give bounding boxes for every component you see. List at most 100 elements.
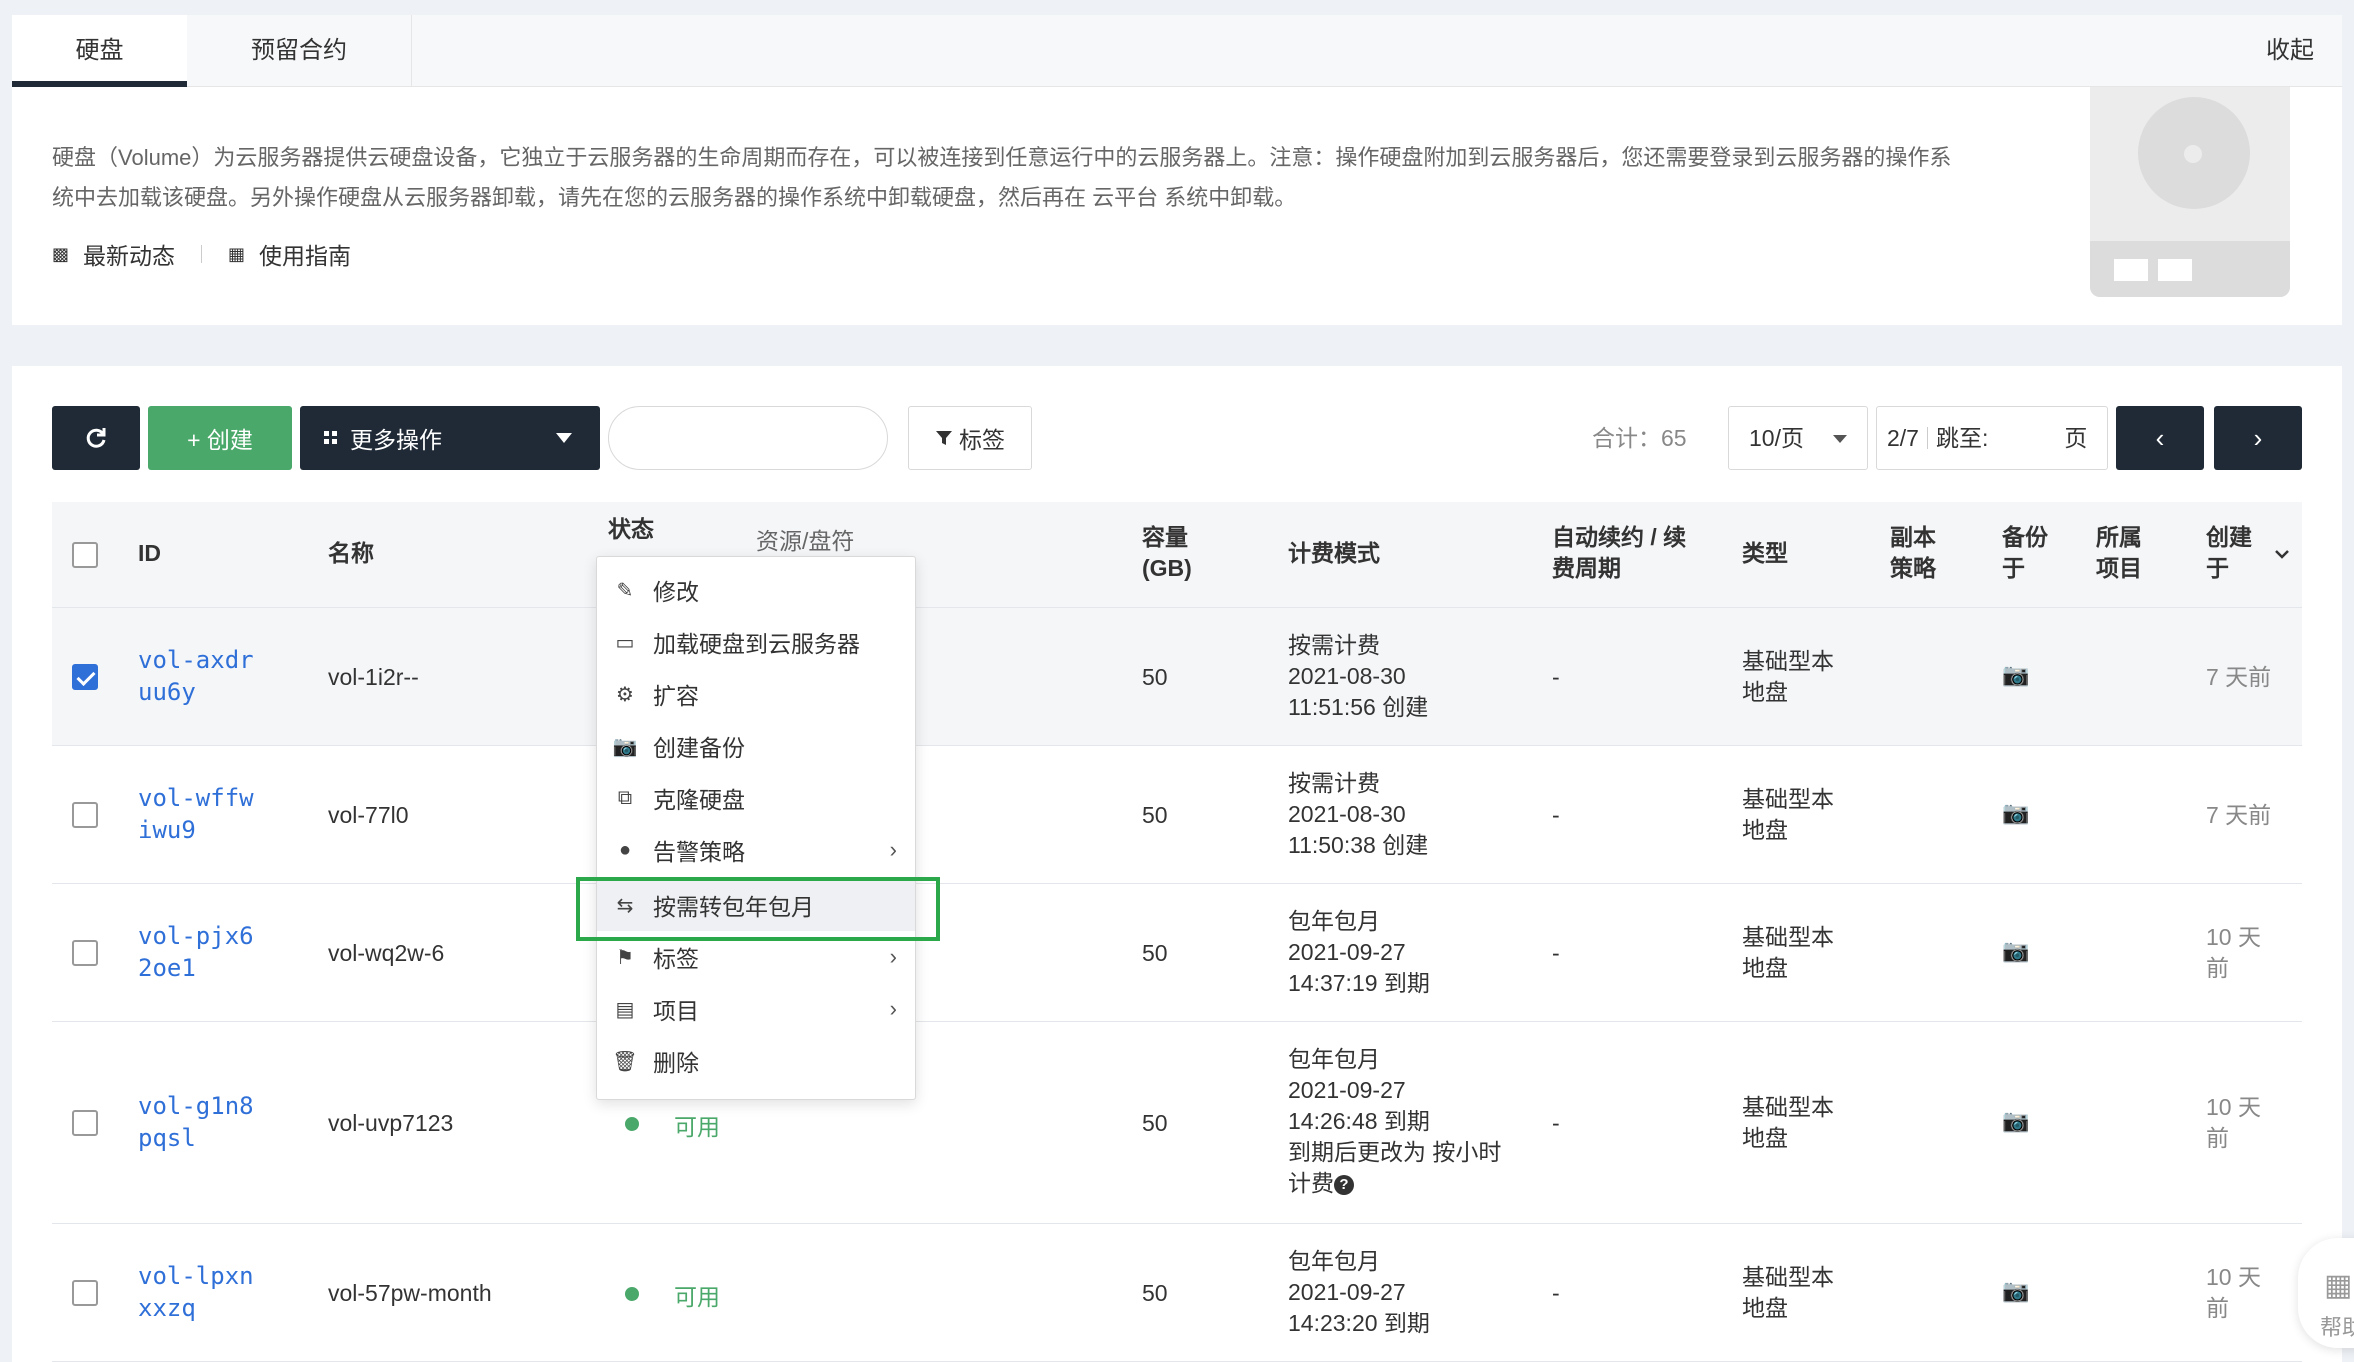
row-checkbox[interactable] bbox=[72, 1280, 98, 1306]
monitor-icon: ▭ bbox=[615, 631, 635, 654]
page-size-value: 10/页 bbox=[1749, 425, 1804, 451]
menu-item-resize[interactable]: ⚙ 扩容 bbox=[597, 668, 915, 720]
volume-renew: - bbox=[1552, 664, 1560, 690]
volume-capacity: 50 bbox=[1142, 664, 1168, 690]
volume-created: 10 天 前 bbox=[2206, 1264, 2261, 1321]
pager-divider bbox=[1926, 427, 1928, 449]
col-backup[interactable]: 备份 于 bbox=[2002, 522, 2048, 584]
chevron-right-icon: › bbox=[889, 837, 897, 862]
volume-type: 基础型本 地盘 bbox=[1742, 648, 1834, 705]
news-link[interactable]: ▩ 最新动态 bbox=[52, 237, 175, 271]
row-checkbox[interactable] bbox=[72, 664, 98, 690]
trash-icon: 🗑 bbox=[612, 1050, 638, 1073]
create-button[interactable]: + 创建 bbox=[148, 406, 292, 470]
tab-reserved-contracts[interactable]: 预留合约 bbox=[187, 15, 412, 87]
menu-item-label: 克隆硬盘 bbox=[653, 787, 745, 813]
camera-icon[interactable]: 📷 bbox=[2002, 800, 2029, 826]
volume-type: 基础型本 地盘 bbox=[1742, 1264, 1834, 1321]
col-capacity[interactable]: 容量 (GB) bbox=[1142, 522, 1192, 584]
col-project[interactable]: 所属 项目 bbox=[2096, 522, 2142, 584]
select-all-checkbox[interactable] bbox=[72, 542, 98, 568]
guide-link[interactable]: ▦ 使用指南 bbox=[228, 237, 351, 271]
menu-item-edit[interactable]: ✎ 修改 bbox=[597, 564, 915, 616]
archive-icon: ▤ bbox=[615, 998, 635, 1021]
col-created[interactable]: 创建 于 bbox=[2206, 522, 2252, 584]
menu-item-clone[interactable]: ⧉ 克隆硬盘 bbox=[597, 772, 915, 824]
volume-id-link[interactable]: vol-lpxn xxzq bbox=[138, 1260, 254, 1324]
col-name[interactable]: 名称 bbox=[328, 538, 374, 569]
collapse-button[interactable]: 收起 bbox=[2266, 15, 2314, 87]
disk-illustration bbox=[2090, 87, 2290, 297]
volume-type: 基础型本 地盘 bbox=[1742, 786, 1834, 843]
col-replica[interactable]: 副本 策略 bbox=[1890, 522, 1936, 584]
chevron-right-icon: › bbox=[2253, 422, 2263, 453]
more-actions-dropdown[interactable]: 更多操作 bbox=[300, 406, 600, 470]
help-label: 帮助 bbox=[2320, 1315, 2354, 1340]
volume-capacity: 50 bbox=[1142, 1110, 1168, 1136]
question-icon[interactable]: ? bbox=[1334, 1174, 1354, 1195]
table-header: ID 名称 状态 资源/盘符 容量 (GB) 计费模式 自动续约 / 续 费周期… bbox=[52, 502, 2302, 608]
row-checkbox[interactable] bbox=[72, 802, 98, 828]
caret-down-icon bbox=[556, 433, 572, 443]
chevron-left-icon: ‹ bbox=[2155, 422, 2165, 453]
book-icon: ▦ bbox=[2324, 1269, 2353, 1302]
col-renew[interactable]: 自动续约 / 续 费周期 bbox=[1552, 522, 1686, 584]
tag-filter-button[interactable]: 标签 bbox=[908, 406, 1032, 470]
refresh-button[interactable] bbox=[52, 406, 140, 470]
volume-list-card: + 创建 更多操作 标签 合计：65 10/页 2/7 跳至: 页 ‹ › ID bbox=[12, 366, 2342, 1362]
volume-id-link[interactable]: vol-g1n8 pqsl bbox=[138, 1090, 254, 1154]
volume-name: vol-uvp7123 bbox=[328, 1110, 454, 1136]
camera-icon[interactable]: 📷 bbox=[2002, 1108, 2029, 1134]
link-divider bbox=[201, 245, 203, 263]
volume-id-link[interactable]: vol-axdr uu6y bbox=[138, 644, 254, 708]
chevron-down-icon[interactable] bbox=[2274, 548, 2290, 560]
page-size-select[interactable]: 10/页 bbox=[1728, 406, 1868, 470]
volume-billing: 包年包月 2021-09-27 14:26:48 到期 到期后更改为 按小时 计… bbox=[1288, 1044, 1501, 1199]
camera-icon[interactable]: 📷 bbox=[2002, 938, 2029, 964]
volume-id-link[interactable]: vol-pjx6 2oe1 bbox=[138, 920, 254, 984]
camera-icon[interactable]: 📷 bbox=[2002, 662, 2029, 688]
more-actions-label: 更多操作 bbox=[350, 427, 442, 453]
menu-item-alarm[interactable]: ● 告警策略 › bbox=[597, 824, 915, 876]
table-row[interactable]: vol-pjx6 2oe1 vol-wq2w-6 50 包年包月 2021-09… bbox=[52, 884, 2302, 1022]
table-row[interactable]: vol-axdr uu6y vol-1i2r-- 50 按需计费 2021-08… bbox=[52, 608, 2302, 746]
page-jumper: 2/7 跳至: 页 bbox=[1876, 406, 2108, 470]
volume-type: 基础型本 地盘 bbox=[1742, 1094, 1834, 1151]
comment-icon: ▩ bbox=[52, 243, 70, 264]
table-row[interactable]: vol-g1n8 pqsl vol-uvp7123 可用 50 包年包月 202… bbox=[52, 1022, 2302, 1224]
guide-link-label: 使用指南 bbox=[259, 243, 352, 269]
menu-item-delete[interactable]: 🗑 删除 bbox=[597, 1035, 915, 1087]
tags-icon: ⚑ bbox=[616, 946, 634, 969]
col-resource[interactable]: 资源/盘符 bbox=[756, 526, 854, 557]
volume-id-link[interactable]: vol-wffw iwu9 bbox=[138, 782, 254, 846]
refresh-icon bbox=[86, 428, 106, 448]
col-id[interactable]: ID bbox=[138, 538, 161, 569]
menu-item-project[interactable]: ▤ 项目 › bbox=[597, 983, 915, 1035]
tab-volumes[interactable]: 硬盘 bbox=[12, 15, 187, 87]
prev-page-button[interactable]: ‹ bbox=[2116, 406, 2204, 470]
menu-item-backup[interactable]: 📷 创建备份 bbox=[597, 720, 915, 772]
volume-status: 可用 bbox=[674, 1284, 720, 1310]
search-input[interactable] bbox=[608, 406, 888, 470]
volume-billing-text: 包年包月 2021-09-27 14:26:48 到期 到期后更改为 按小时 计… bbox=[1288, 1046, 1502, 1196]
col-type[interactable]: 类型 bbox=[1742, 538, 1788, 569]
row-checkbox[interactable] bbox=[72, 940, 98, 966]
camera-icon[interactable]: 📷 bbox=[2002, 1278, 2029, 1304]
gear-icon: ⚙ bbox=[616, 683, 634, 706]
jump-page-input[interactable] bbox=[1994, 407, 2065, 469]
menu-item-attach[interactable]: ▭ 加载硬盘到云服务器 bbox=[597, 616, 915, 668]
page-suffix: 页 bbox=[2064, 425, 2088, 451]
menu-item-label: 创建备份 bbox=[653, 735, 745, 761]
row-checkbox[interactable] bbox=[72, 1110, 98, 1136]
volume-capacity: 50 bbox=[1142, 1280, 1168, 1306]
volume-description: 硬盘（Volume）为云服务器提供云硬盘设备，它独立于云服务器的生命周期而存在，… bbox=[52, 145, 1952, 210]
table-row[interactable]: vol-wffw iwu9 vol-77l0 50 按需计费 2021-08-3… bbox=[52, 746, 2302, 884]
chevron-right-icon: › bbox=[889, 996, 897, 1021]
next-page-button[interactable]: › bbox=[2214, 406, 2302, 470]
table-row[interactable]: vol-lpxn xxzq vol-57pw-month 可用 50 包年包月 … bbox=[52, 1224, 2302, 1362]
caret-down-icon bbox=[1833, 435, 1847, 443]
col-billing[interactable]: 计费模式 bbox=[1288, 538, 1380, 569]
volume-table: ID 名称 状态 资源/盘符 容量 (GB) 计费模式 自动续约 / 续 费周期… bbox=[52, 502, 2302, 1362]
help-float-button[interactable]: ▦ 帮助 bbox=[2298, 1238, 2354, 1348]
col-status[interactable]: 状态 bbox=[608, 514, 654, 545]
